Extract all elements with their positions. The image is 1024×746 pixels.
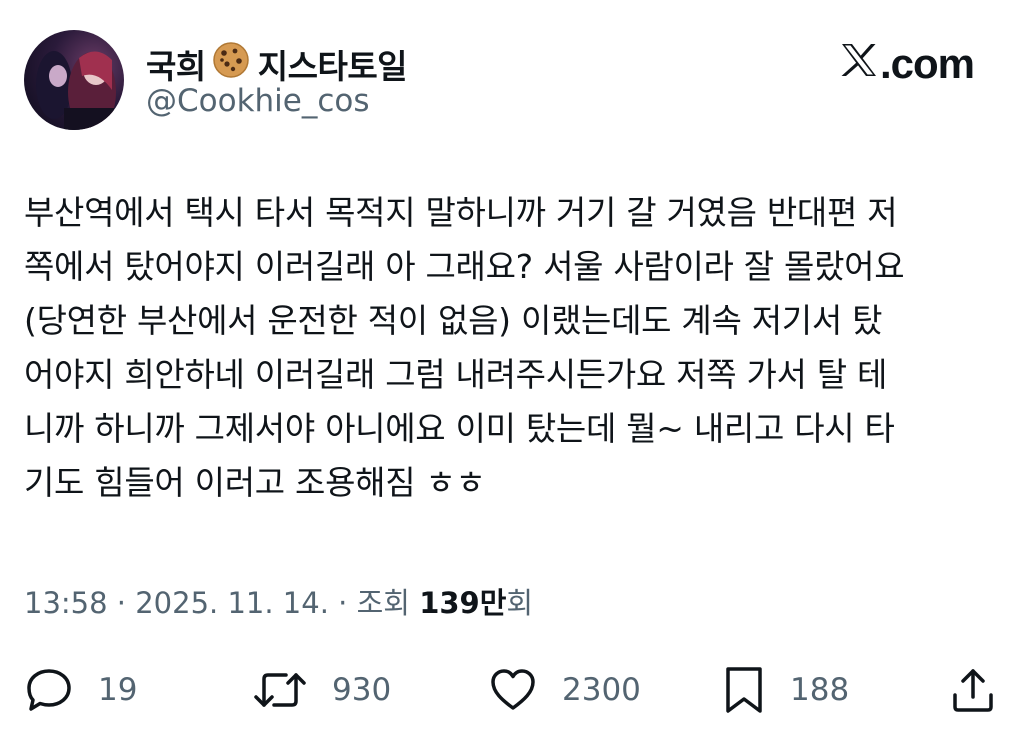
- like-button[interactable]: 2300: [488, 665, 641, 715]
- tweet-text-line: 어야지 희안하네 이러길래 그럼 내려주시든가요 저쪽 가서 탈 테: [24, 355, 888, 394]
- bookmark-button[interactable]: 188: [722, 665, 849, 715]
- retweet-icon: [252, 667, 308, 713]
- display-name-suffix: 지스타토일: [257, 47, 408, 86]
- views-label: 조회: [356, 586, 410, 620]
- like-count: 2300: [562, 672, 641, 708]
- x-logo-icon: [840, 40, 880, 88]
- tweet-text: 부산역에서 택시 타서 목적지 말하니까 거기 갈 거였음 반대편 저 쪽에서 …: [24, 186, 1004, 510]
- tweet-text-line: 니까 하니까 그제서야 아니에요 이미 탔는데 뭘~ 내리고 다시 타: [24, 409, 895, 448]
- heart-icon: [488, 667, 538, 713]
- avatar-image: [36, 51, 116, 130]
- user-handle[interactable]: @Cookhie_cos: [146, 83, 370, 119]
- action-bar: 19 930 2300 188: [0, 665, 1024, 715]
- meta-separator: ·: [338, 586, 357, 620]
- avatar[interactable]: [24, 30, 124, 130]
- views-unit: 회: [506, 586, 534, 620]
- reply-icon: [24, 667, 74, 713]
- share-button[interactable]: [948, 665, 998, 715]
- tweet-text-line: 기도 힘들어 이러고 조용해짐 ㅎㅎ: [24, 463, 486, 502]
- meta-separator: ·: [116, 586, 136, 620]
- display-name[interactable]: 국희 지스타토일: [146, 40, 408, 88]
- reply-button[interactable]: 19: [24, 665, 137, 715]
- tweet-text-line: 쪽에서 탔어야지 이러길래 아 그래요? 서울 사람이라 잘 몰랐어요: [24, 247, 905, 286]
- bookmark-icon: [722, 665, 766, 715]
- bookmark-count: 188: [790, 672, 850, 708]
- tweet-meta: 13:58 · 2025. 11. 14. · 조회 139만회: [24, 580, 533, 622]
- views-count: 139만: [419, 586, 507, 620]
- display-name-text: 국희: [146, 47, 206, 86]
- post-time[interactable]: 13:58: [24, 586, 108, 620]
- tweet-text-line: 부산역에서 택시 타서 목적지 말하니까 거기 갈 거였음 반대편 저: [24, 193, 898, 232]
- retweet-count: 930: [332, 672, 392, 708]
- reply-count: 19: [98, 672, 138, 708]
- cookie-icon: [212, 41, 250, 87]
- share-icon: [948, 665, 998, 715]
- post-date[interactable]: 2025. 11. 14.: [135, 586, 329, 620]
- x-com-logo[interactable]: .com: [840, 40, 975, 88]
- logo-domain-text: .com: [879, 40, 975, 87]
- retweet-button[interactable]: 930: [252, 665, 391, 715]
- tweet-text-line: (당연한 부산에서 운전한 적이 없음) 이랬는데도 계속 저기서 탔: [24, 301, 883, 340]
